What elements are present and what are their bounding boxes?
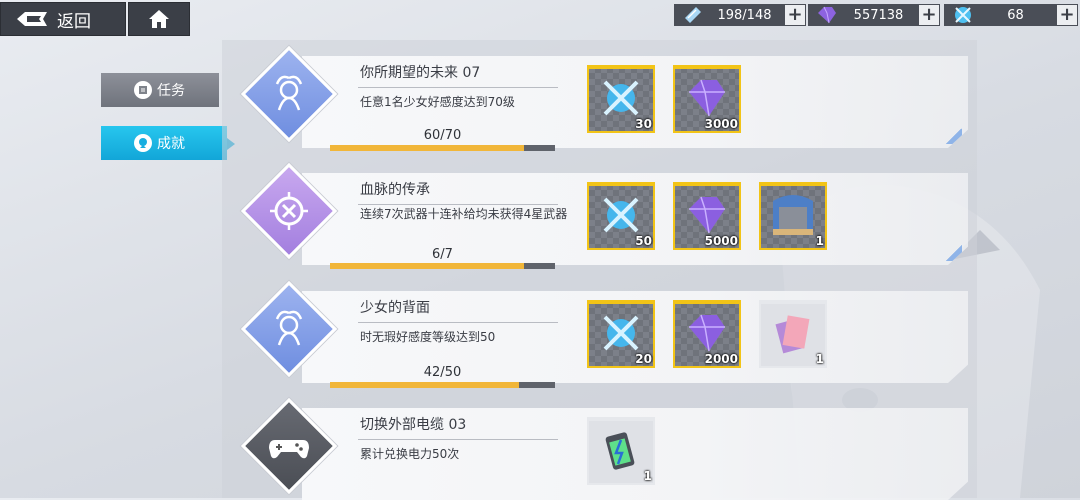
character-emblem-icon (275, 75, 303, 111)
reward-item[interactable]: 5000 (673, 182, 741, 250)
add-ticket-button[interactable]: + (785, 5, 805, 25)
ticket-icon (685, 7, 701, 23)
achievement-icon (134, 134, 152, 152)
tab-achievements-label: 成就 (157, 136, 185, 152)
purple-crystal-icon (689, 314, 725, 352)
reward-quantity: 50 (635, 234, 652, 248)
task-list-icon (134, 81, 152, 99)
achievement-description: 连续7次武器十连补给均未获得4星武器 (360, 207, 568, 221)
reward-rarity-strip (759, 300, 827, 304)
achievement-title: 切换外部电缆 03 (360, 417, 467, 433)
resource-energy-orb: 68 + (944, 4, 1078, 26)
reward-quantity: 1 (815, 352, 824, 366)
add-energy-orb-button[interactable]: + (1057, 5, 1077, 25)
weapon-emblem-icon (270, 192, 308, 230)
reward-item[interactable]: 50 (587, 182, 655, 250)
resource-energy-orb-value: 68 (1007, 7, 1024, 23)
progress-text: 60/70 (423, 128, 462, 143)
reward-rarity-strip (759, 182, 827, 186)
reward-rarity-strip (587, 300, 655, 304)
progress-fill (330, 263, 524, 269)
reward-item[interactable]: 1 (759, 182, 827, 250)
blue-orb-icon (603, 80, 639, 116)
title-divider (358, 439, 558, 440)
achievement-description: 任意1名少女好感度达到70级 (360, 95, 515, 109)
reward-rarity-strip (587, 417, 655, 421)
frame-decoration-icon (773, 195, 813, 235)
back-arrow-icon (17, 12, 47, 26)
reward-item[interactable]: 1 (759, 300, 827, 368)
battery-icon (605, 432, 635, 470)
progress-fill (330, 382, 519, 388)
achievement-description: 时无瑕好感度等级达到50 (360, 330, 496, 344)
progress-bar (330, 382, 555, 388)
reward-quantity: 20 (635, 352, 652, 366)
progress-text: 6/7 (432, 247, 453, 262)
reward-item[interactable]: 1 (587, 417, 655, 485)
reward-quantity: 1 (815, 234, 824, 248)
achievement-card: 你所期望的未来 07 任意1名少女好感度达到70级 60/70 30 3000 (230, 45, 968, 151)
progress-bar (330, 263, 555, 269)
achievement-title: 少女的背面 (360, 300, 430, 316)
purple-crystal-icon (689, 196, 725, 234)
reward-rarity-strip (673, 182, 741, 186)
back-label: 返回 (57, 11, 91, 32)
reward-quantity: 3000 (704, 117, 738, 131)
energy-orb-icon (955, 7, 971, 23)
title-divider (358, 322, 558, 323)
reward-item[interactable]: 20 (587, 300, 655, 368)
blue-orb-icon (603, 315, 639, 351)
reward-rarity-strip (587, 65, 655, 69)
card-icon (775, 315, 810, 354)
purple-crystal-icon (689, 79, 725, 117)
tab-tasks[interactable]: 任务 (101, 73, 219, 107)
resource-crystal-value: 557138 (853, 7, 904, 23)
achievement-title: 你所期望的未来 07 (360, 65, 481, 81)
title-divider (358, 87, 558, 88)
gamepad-icon (269, 440, 309, 459)
resource-ticket: 198/148 + (674, 4, 806, 26)
progress-text: 42/50 (423, 365, 462, 380)
reward-quantity: 1 (643, 469, 652, 483)
progress-bar (330, 145, 555, 151)
card-corner-accent (946, 128, 962, 144)
top-bar: 返回 198/148 + 557138 + 68 + (0, 0, 1080, 38)
reward-quantity: 30 (635, 117, 652, 131)
home-icon (149, 10, 169, 28)
reward-item[interactable]: 3000 (673, 65, 741, 133)
achievement-card: 血脉的传承 连续7次武器十连补给均未获得4星武器 6/7 50 5000 1 (230, 162, 968, 269)
home-button[interactable] (128, 2, 190, 36)
add-crystal-button[interactable]: + (919, 5, 939, 25)
resource-ticket-value: 198/148 (717, 7, 772, 23)
reward-item[interactable]: 30 (587, 65, 655, 133)
achievement-description: 累计兑换电力50次 (360, 447, 460, 461)
reward-item[interactable]: 2000 (673, 300, 741, 368)
crystal-icon (818, 6, 836, 24)
achievement-card: 切换外部电缆 03 累计兑换电力50次 1 (230, 397, 968, 500)
blue-orb-icon (603, 197, 639, 233)
reward-quantity: 2000 (704, 352, 738, 366)
reward-rarity-strip (587, 182, 655, 186)
card-corner-accent (946, 245, 962, 261)
progress-fill (330, 145, 524, 151)
title-divider (358, 204, 558, 205)
reward-rarity-strip (673, 300, 741, 304)
achievement-title: 血脉的传承 (360, 182, 430, 198)
reward-quantity: 5000 (704, 234, 738, 248)
back-button[interactable]: 返回 (0, 2, 126, 36)
tab-achievements[interactable]: 成就 (101, 126, 235, 160)
character-emblem-icon (275, 310, 303, 346)
tab-tasks-label: 任务 (157, 83, 185, 99)
achievement-card: 少女的背面 时无瑕好感度等级达到50 42/50 20 2000 1 (230, 280, 968, 388)
reward-rarity-strip (673, 65, 741, 69)
resource-crystal: 557138 + (808, 4, 940, 26)
